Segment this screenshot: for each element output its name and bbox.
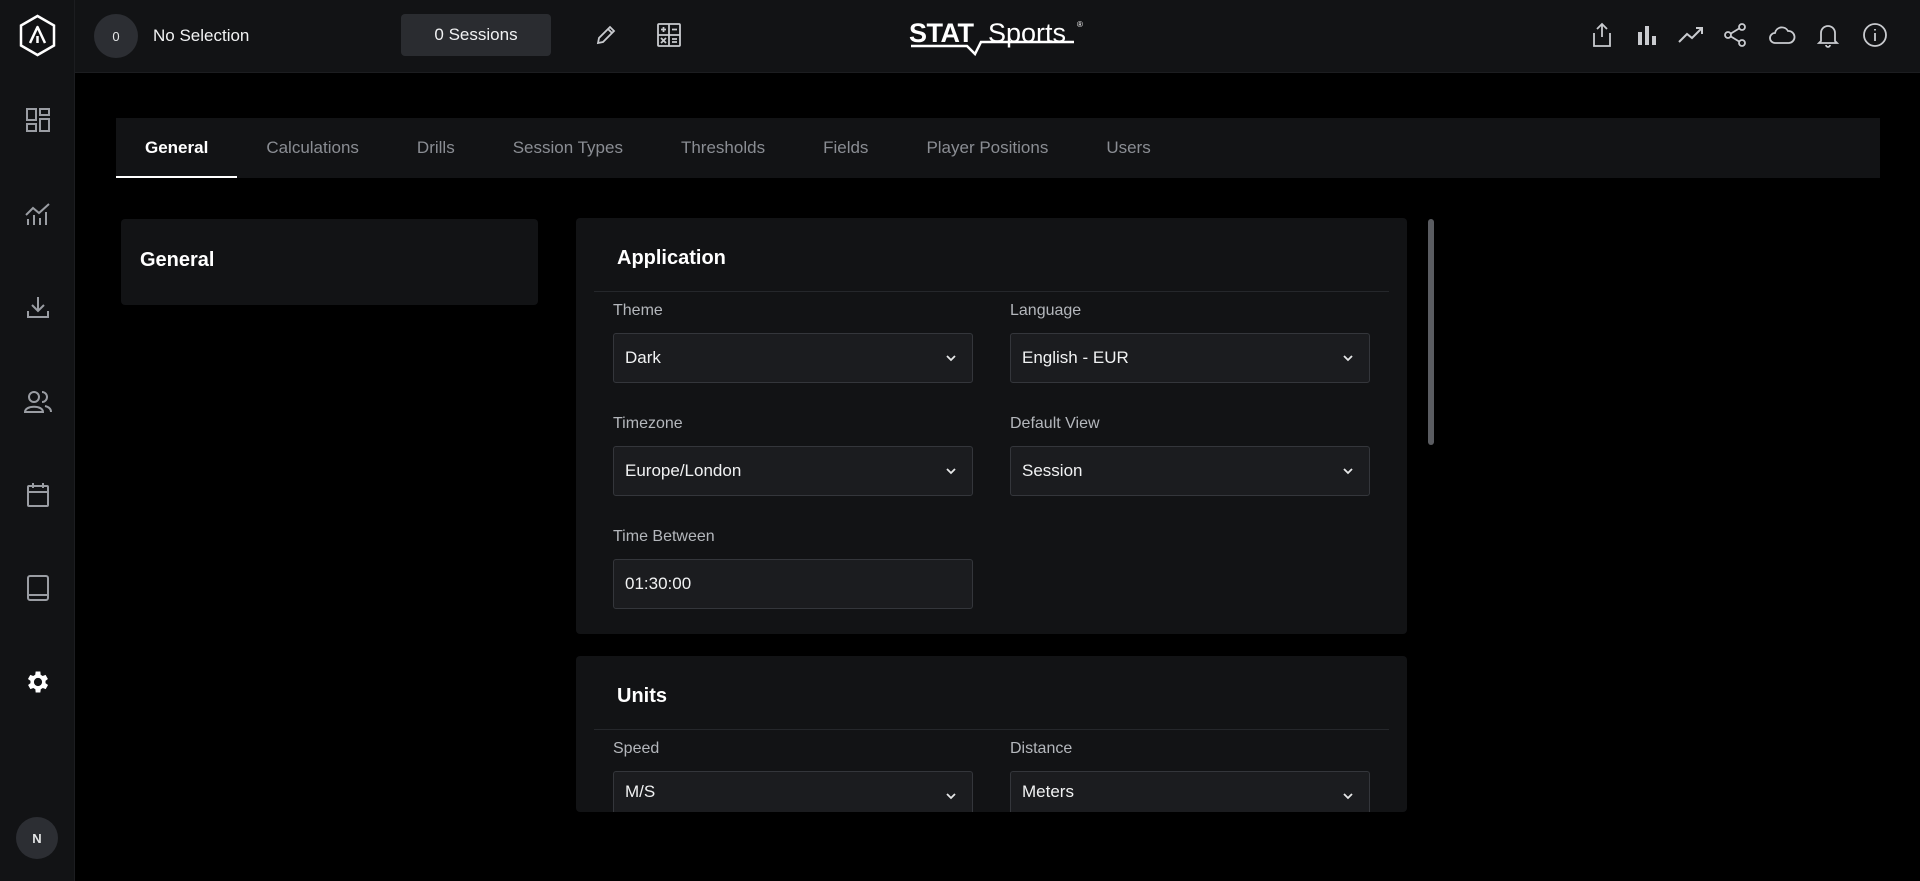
edit-pencil-icon[interactable] xyxy=(590,19,622,51)
tab-fields[interactable]: Fields xyxy=(794,118,897,178)
tab-thresholds[interactable]: Thresholds xyxy=(652,118,794,178)
timezone-select[interactable]: Europe/London xyxy=(613,446,973,496)
users-icon[interactable] xyxy=(22,386,54,418)
selection-count: 0 xyxy=(112,28,120,44)
settings-tabs: General Calculations Drills Session Type… xyxy=(116,118,1880,178)
app-logo-icon[interactable] xyxy=(18,14,57,57)
calendar-icon[interactable] xyxy=(22,479,54,511)
theme-select[interactable]: Dark xyxy=(613,333,973,383)
selection-count-badge[interactable]: 0 xyxy=(94,14,138,58)
tab-drills[interactable]: Drills xyxy=(388,118,484,178)
tab-calculations[interactable]: Calculations xyxy=(237,118,388,178)
analytics-chart-icon[interactable] xyxy=(22,198,54,230)
statsports-logo: STAT Sports ® xyxy=(909,14,1089,58)
chevron-down-icon xyxy=(946,468,956,475)
share-icon[interactable] xyxy=(1719,19,1751,51)
top-bar: 0 No Selection 0 Sessions STAT Sports ® xyxy=(75,0,1920,73)
application-title: Application xyxy=(617,247,726,269)
units-card: Units Speed M/S Distance Meters xyxy=(576,656,1407,812)
chevron-down-icon xyxy=(1343,355,1353,362)
default-view-select[interactable]: Session xyxy=(1010,446,1370,496)
share-export-icon[interactable] xyxy=(1586,19,1618,51)
speed-value: M/S xyxy=(625,782,656,801)
tab-users[interactable]: Users xyxy=(1077,118,1179,178)
info-icon[interactable] xyxy=(1859,19,1891,51)
timezone-label: Timezone xyxy=(613,415,683,432)
trend-icon[interactable] xyxy=(1675,19,1707,51)
language-label: Language xyxy=(1010,302,1082,319)
application-card: Application Theme Dark Language English … xyxy=(576,218,1407,634)
speed-label: Speed xyxy=(613,740,660,757)
distance-select[interactable]: Meters xyxy=(1010,771,1370,812)
sessions-button[interactable]: 0 Sessions xyxy=(401,14,551,56)
svg-text:Sports: Sports xyxy=(988,18,1066,48)
speed-select[interactable]: M/S xyxy=(613,771,973,812)
bar-chart-icon[interactable] xyxy=(1631,19,1663,51)
time-between-value: 01:30:00 xyxy=(625,574,692,593)
sidebar: N xyxy=(0,0,75,881)
tab-general[interactable]: General xyxy=(116,118,238,178)
distance-label: Distance xyxy=(1010,740,1073,757)
chevron-down-icon xyxy=(1343,793,1353,800)
avatar-initial: N xyxy=(32,830,42,846)
tablet-icon[interactable] xyxy=(22,572,54,604)
tab-session-types[interactable]: Session Types xyxy=(484,118,652,178)
theme-value: Dark xyxy=(625,348,661,367)
time-between-label: Time Between xyxy=(613,528,715,545)
time-between-input[interactable]: 01:30:00 xyxy=(613,559,973,609)
section-nav-general[interactable]: General xyxy=(140,249,214,272)
svg-text:STAT: STAT xyxy=(909,18,974,48)
section-nav-panel: General xyxy=(121,219,538,305)
card-divider xyxy=(594,729,1389,730)
chevron-down-icon xyxy=(946,793,956,800)
svg-text:®: ® xyxy=(1077,20,1083,29)
units-title: Units xyxy=(617,685,667,707)
language-value: English - EUR xyxy=(1022,348,1129,367)
calculator-icon[interactable] xyxy=(653,19,685,51)
bell-icon[interactable] xyxy=(1812,19,1844,51)
theme-label: Theme xyxy=(613,302,663,319)
timezone-value: Europe/London xyxy=(625,461,742,480)
selection-text[interactable]: No Selection xyxy=(153,26,249,46)
settings-gear-icon[interactable] xyxy=(22,666,54,698)
default-view-label: Default View xyxy=(1010,415,1100,432)
content-scrollbar[interactable] xyxy=(1428,219,1434,445)
chevron-down-icon xyxy=(1343,468,1353,475)
download-icon[interactable] xyxy=(22,291,54,323)
distance-value: Meters xyxy=(1022,782,1074,801)
user-avatar[interactable]: N xyxy=(16,817,58,859)
chevron-down-icon xyxy=(946,355,956,362)
tab-player-positions[interactable]: Player Positions xyxy=(897,118,1077,178)
dashboard-icon[interactable] xyxy=(22,104,54,136)
language-select[interactable]: English - EUR xyxy=(1010,333,1370,383)
card-divider xyxy=(594,291,1389,292)
cloud-icon[interactable] xyxy=(1766,19,1798,51)
default-view-value: Session xyxy=(1022,461,1083,480)
